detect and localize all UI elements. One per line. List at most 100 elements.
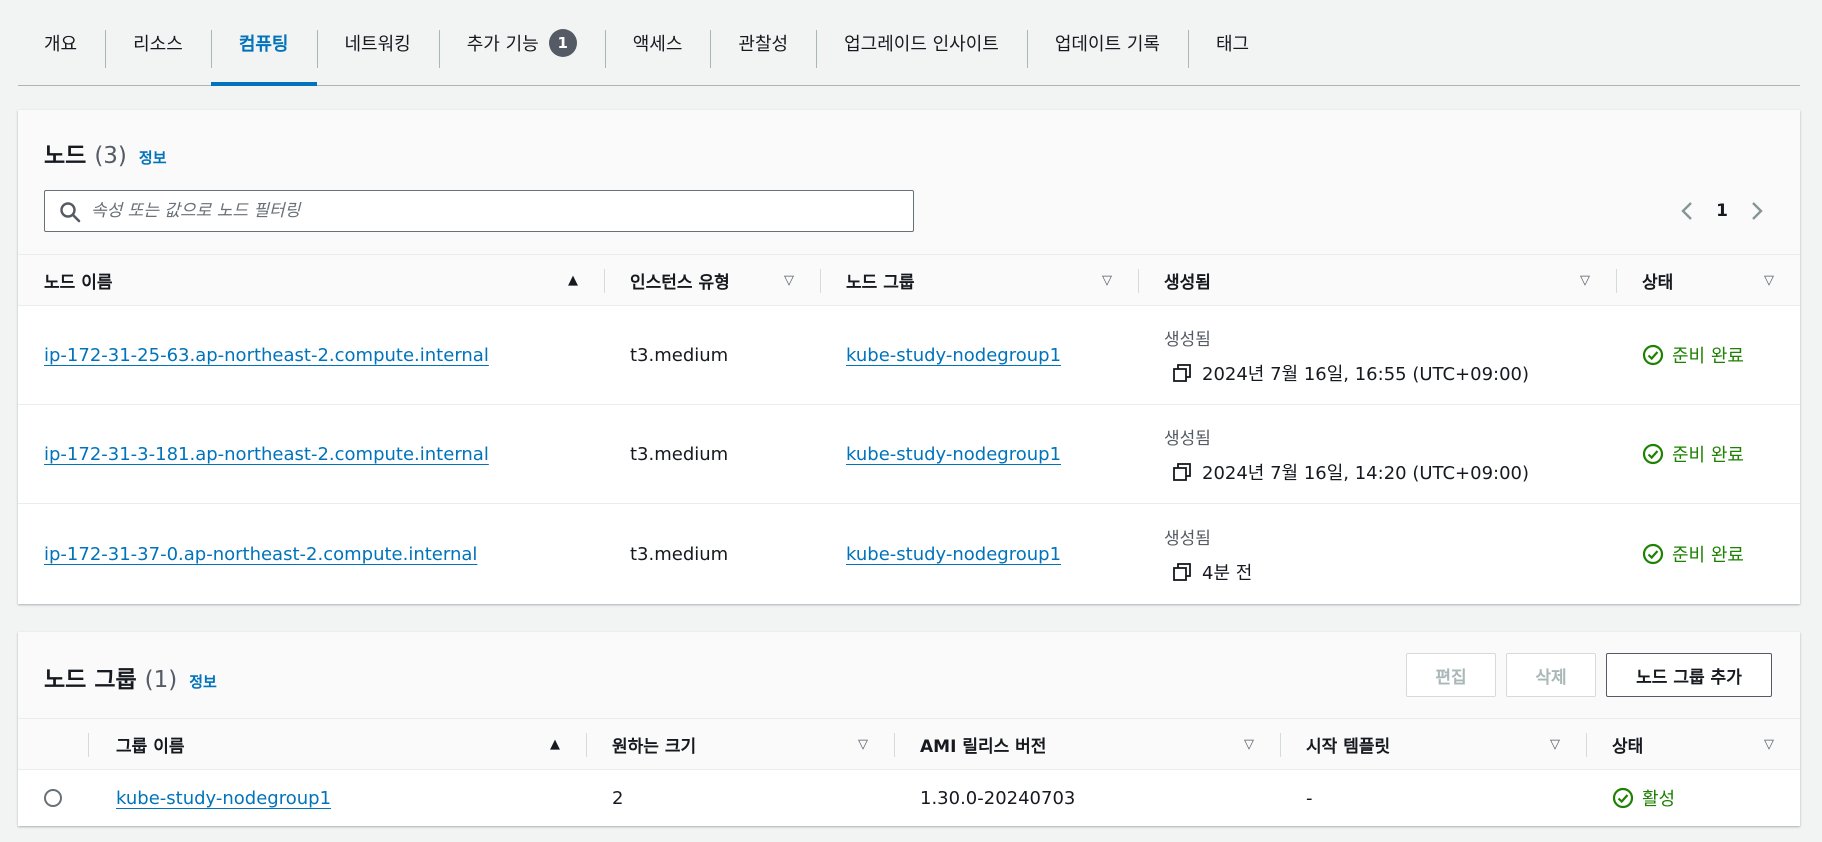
column-header-group-name[interactable]: 그룹 이름 ▲ — [88, 719, 586, 769]
column-header-select — [18, 719, 88, 769]
tab-label: 컴퓨팅 — [238, 33, 289, 55]
status-text: 준비 완료 — [1672, 545, 1744, 566]
chevron-left-icon[interactable] — [1680, 200, 1694, 222]
copy-icon[interactable] — [1172, 462, 1192, 482]
nodegroups-title-text: 노드 그룹 — [44, 667, 137, 693]
check-circle-icon — [1642, 344, 1664, 366]
column-header-node-name[interactable]: 노드 이름 ▲ — [18, 255, 604, 305]
status-cell: 준비 완료 — [1616, 306, 1800, 404]
tab-label: 업데이트 기록 — [1054, 33, 1160, 55]
tab-label: 개요 — [44, 33, 78, 55]
nodegroups-info-link[interactable]: 정보 — [189, 671, 217, 692]
column-label: 상태 — [1642, 272, 1674, 293]
sort-icon: ▽ — [858, 736, 868, 752]
chevron-right-icon[interactable] — [1750, 200, 1764, 222]
column-header-node-group[interactable]: 노드 그룹 ▽ — [820, 255, 1138, 305]
node-group-cell: kube-study-nodegroup1 — [820, 306, 1138, 404]
column-header-ami-version[interactable]: AMI 릴리스 버전 ▽ — [894, 719, 1280, 769]
launch-template-cell: - — [1306, 787, 1313, 809]
status-text: 준비 완료 — [1672, 445, 1744, 466]
delete-button[interactable]: 삭제 — [1506, 653, 1596, 697]
created-value: 4분 전 — [1164, 559, 1252, 585]
tab-label: 네트워킹 — [344, 33, 411, 55]
node-name-link[interactable]: ip-172-31-37-0.ap-northeast-2.compute.in… — [44, 544, 477, 565]
created-value: 2024년 7월 16일, 16:55 (UTC+09:00) — [1164, 360, 1529, 386]
check-circle-icon — [1642, 443, 1664, 465]
column-header-desired-size[interactable]: 원하는 크기 ▽ — [586, 719, 894, 769]
sort-icon: ▽ — [1764, 736, 1774, 752]
edit-button[interactable]: 편집 — [1406, 653, 1496, 697]
node-group-link[interactable]: kube-study-nodegroup1 — [846, 544, 1061, 565]
row-radio[interactable] — [44, 789, 62, 807]
created-value: 2024년 7월 16일, 14:20 (UTC+09:00) — [1164, 459, 1529, 485]
status-badge: 준비 완료 — [1642, 541, 1744, 567]
page-number[interactable]: 1 — [1716, 201, 1728, 221]
column-label: 시작 템플릿 — [1306, 736, 1391, 757]
status-cell: 준비 완료 — [1616, 405, 1800, 503]
tab-compute[interactable]: 컴퓨팅 — [210, 0, 317, 86]
table-row: ip-172-31-37-0.ap-northeast-2.compute.in… — [18, 504, 1800, 604]
tab-upgrade-insights[interactable]: 업그레이드 인사이트 — [816, 0, 1027, 85]
nodes-title-text: 노드 — [44, 143, 87, 169]
tab-update-history[interactable]: 업데이트 기록 — [1026, 0, 1188, 85]
tab-label: 관찰성 — [738, 33, 789, 55]
column-header-created[interactable]: 생성됨 ▽ — [1138, 255, 1616, 305]
desired-size-cell: 2 — [612, 787, 624, 809]
sort-ascending-icon: ▲ — [550, 736, 560, 752]
table-row: kube-study-nodegroup1 2 1.30.0-20240703 … — [18, 770, 1800, 826]
table-row: ip-172-31-25-63.ap-northeast-2.compute.i… — [18, 306, 1800, 405]
column-label: AMI 릴리스 버전 — [920, 736, 1047, 757]
tab-bar: 개요 리소스 컴퓨팅 네트워킹 추가 기능 1 액세스 관찰성 업그레이드 인사이… — [18, 0, 1800, 86]
check-circle-icon — [1612, 787, 1634, 809]
nodes-search-box — [44, 190, 914, 232]
tab-access[interactable]: 액세스 — [604, 0, 711, 85]
tab-networking[interactable]: 네트워킹 — [316, 0, 439, 85]
status-badge: 활성 — [1612, 785, 1675, 811]
column-label: 그룹 이름 — [116, 736, 185, 757]
instance-type-cell: t3.medium — [630, 344, 729, 366]
tab-label: 업그레이드 인사이트 — [844, 33, 999, 55]
tab-addons[interactable]: 추가 기능 1 — [438, 0, 605, 85]
status-cell: 활성 — [1586, 770, 1800, 826]
column-label: 노드 그룹 — [846, 272, 915, 293]
column-label: 생성됨 — [1164, 272, 1211, 293]
group-name-link[interactable]: kube-study-nodegroup1 — [116, 788, 331, 809]
add-nodegroup-button[interactable]: 노드 그룹 추가 — [1606, 653, 1772, 697]
created-cell: 생성됨 2024년 7월 16일, 16:55 (UTC+09:00) — [1138, 306, 1616, 404]
copy-icon[interactable] — [1172, 562, 1192, 582]
sort-icon: ▽ — [1764, 272, 1774, 288]
tab-resources[interactable]: 리소스 — [105, 0, 211, 85]
sort-icon: ▽ — [1550, 736, 1560, 752]
check-circle-icon — [1642, 543, 1664, 565]
node-name-link[interactable]: ip-172-31-25-63.ap-northeast-2.compute.i… — [44, 345, 489, 366]
nodegroups-count: (1) — [144, 667, 178, 693]
sort-icon: ▽ — [784, 272, 794, 288]
node-name-cell: ip-172-31-3-181.ap-northeast-2.compute.i… — [18, 405, 604, 503]
tab-label: 액세스 — [632, 33, 683, 55]
nodes-table-header: 노드 이름 ▲ 인스턴스 유형 ▽ 노드 그룹 ▽ 생성됨 ▽ 상태 ▽ — [18, 254, 1800, 306]
tab-label: 태그 — [1215, 33, 1250, 55]
sort-icon: ▽ — [1580, 272, 1590, 288]
node-group-link[interactable]: kube-study-nodegroup1 — [846, 444, 1061, 465]
tab-observability[interactable]: 관찰성 — [710, 0, 816, 85]
node-name-link[interactable]: ip-172-31-3-181.ap-northeast-2.compute.i… — [44, 444, 489, 465]
tab-tags[interactable]: 태그 — [1187, 0, 1277, 85]
status-text: 준비 완료 — [1672, 346, 1744, 367]
created-label: 생성됨 — [1164, 428, 1211, 449]
sort-ascending-icon: ▲ — [568, 272, 578, 288]
node-group-link[interactable]: kube-study-nodegroup1 — [846, 345, 1061, 366]
column-header-status[interactable]: 상태 ▽ — [1586, 719, 1800, 769]
created-cell: 생성됨 2024년 7월 16일, 14:20 (UTC+09:00) — [1138, 405, 1616, 503]
column-header-status[interactable]: 상태 ▽ — [1616, 255, 1800, 305]
group-name-cell: kube-study-nodegroup1 — [88, 770, 586, 826]
nodes-search-input[interactable] — [91, 201, 913, 221]
ami-version-cell: 1.30.0-20240703 — [920, 787, 1076, 809]
nodes-info-link[interactable]: 정보 — [139, 147, 167, 168]
status-badge: 준비 완료 — [1642, 342, 1744, 368]
status-badge: 준비 완료 — [1642, 441, 1744, 467]
tab-label: 리소스 — [133, 33, 183, 55]
tab-overview[interactable]: 개요 — [18, 0, 105, 85]
column-header-launch-template[interactable]: 시작 템플릿 ▽ — [1280, 719, 1586, 769]
column-header-instance-type[interactable]: 인스턴스 유형 ▽ — [604, 255, 820, 305]
copy-icon[interactable] — [1172, 363, 1192, 383]
